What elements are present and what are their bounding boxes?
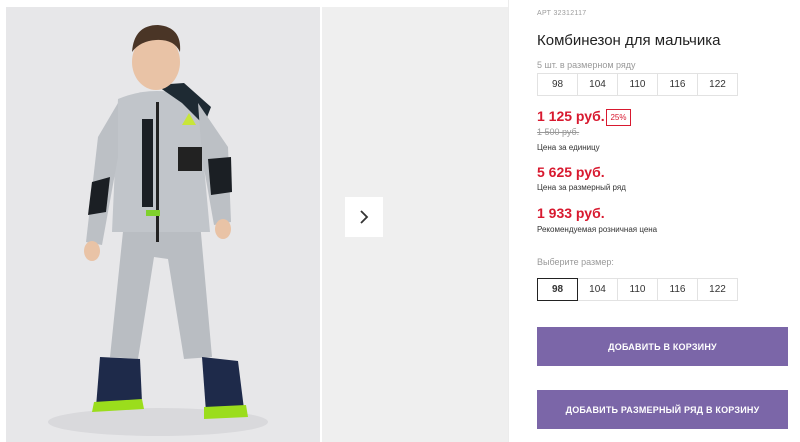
old-price: 1 500 руб.	[537, 127, 580, 137]
product-title: Комбинезон для мальчика	[537, 32, 721, 49]
row-price-label: Цена за размерный ряд	[537, 183, 626, 192]
size-row-cell: 104	[577, 73, 618, 96]
size-row-cell: 122	[697, 73, 738, 96]
product-sku: АРТ 32312117	[537, 10, 587, 17]
add-size-row-to-cart-button[interactable]: Добавить размерный ряд в корзину	[537, 390, 788, 429]
unit-price: 1 125 руб.	[537, 108, 605, 124]
size-row-grid: 98 104 110 116 122	[537, 73, 738, 96]
product-info-panel: АРТ 32312117 Комбинезон для мальчика 5 ш…	[537, 0, 800, 442]
size-row-cell: 110	[617, 73, 658, 96]
size-option-110[interactable]: 110	[617, 278, 658, 301]
panel-divider	[508, 0, 509, 442]
size-option-104[interactable]: 104	[577, 278, 618, 301]
unit-price-label: Цена за единицу	[537, 143, 600, 152]
discount-badge: 25%	[606, 109, 631, 126]
add-to-cart-button[interactable]: Добавить в корзину	[537, 327, 788, 366]
size-selector: 98 104 110 116 122	[537, 278, 738, 301]
gallery-next-button[interactable]	[345, 197, 383, 237]
size-option-116[interactable]: 116	[657, 278, 698, 301]
product-gallery	[0, 0, 508, 442]
row-price: 5 625 руб.	[537, 164, 605, 180]
chevron-right-icon	[360, 210, 369, 224]
retail-price: 1 933 руб.	[537, 205, 605, 221]
size-row-cell: 116	[657, 73, 698, 96]
size-option-122[interactable]: 122	[697, 278, 738, 301]
retail-price-label: Рекомендуемая розничная цена	[537, 225, 658, 234]
size-row-cell: 98	[537, 73, 578, 96]
size-row-note: 5 шт. в размерном ряду	[537, 60, 636, 70]
product-photo-main[interactable]	[6, 7, 320, 442]
size-select-label: Выберите размер:	[537, 257, 614, 267]
boy-in-jumpsuit-image	[6, 7, 320, 442]
size-option-98[interactable]: 98	[537, 278, 578, 301]
